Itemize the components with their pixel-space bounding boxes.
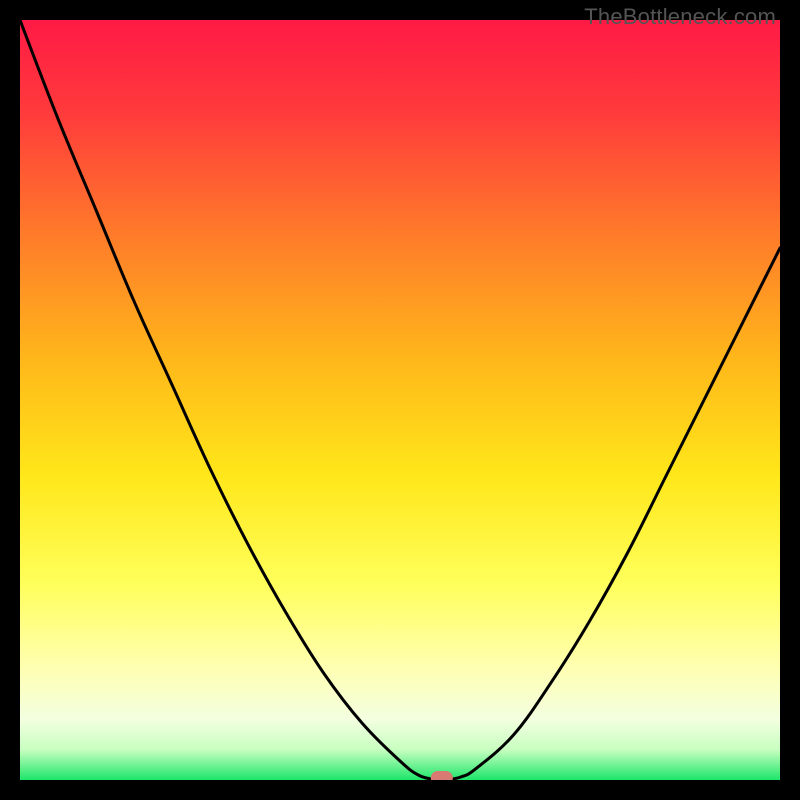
- chart-frame: TheBottleneck.com: [0, 0, 800, 800]
- plot-area: [20, 20, 780, 780]
- bottleneck-chart-svg: [20, 20, 780, 780]
- minimum-marker: [431, 771, 453, 780]
- gradient-background: [20, 20, 780, 780]
